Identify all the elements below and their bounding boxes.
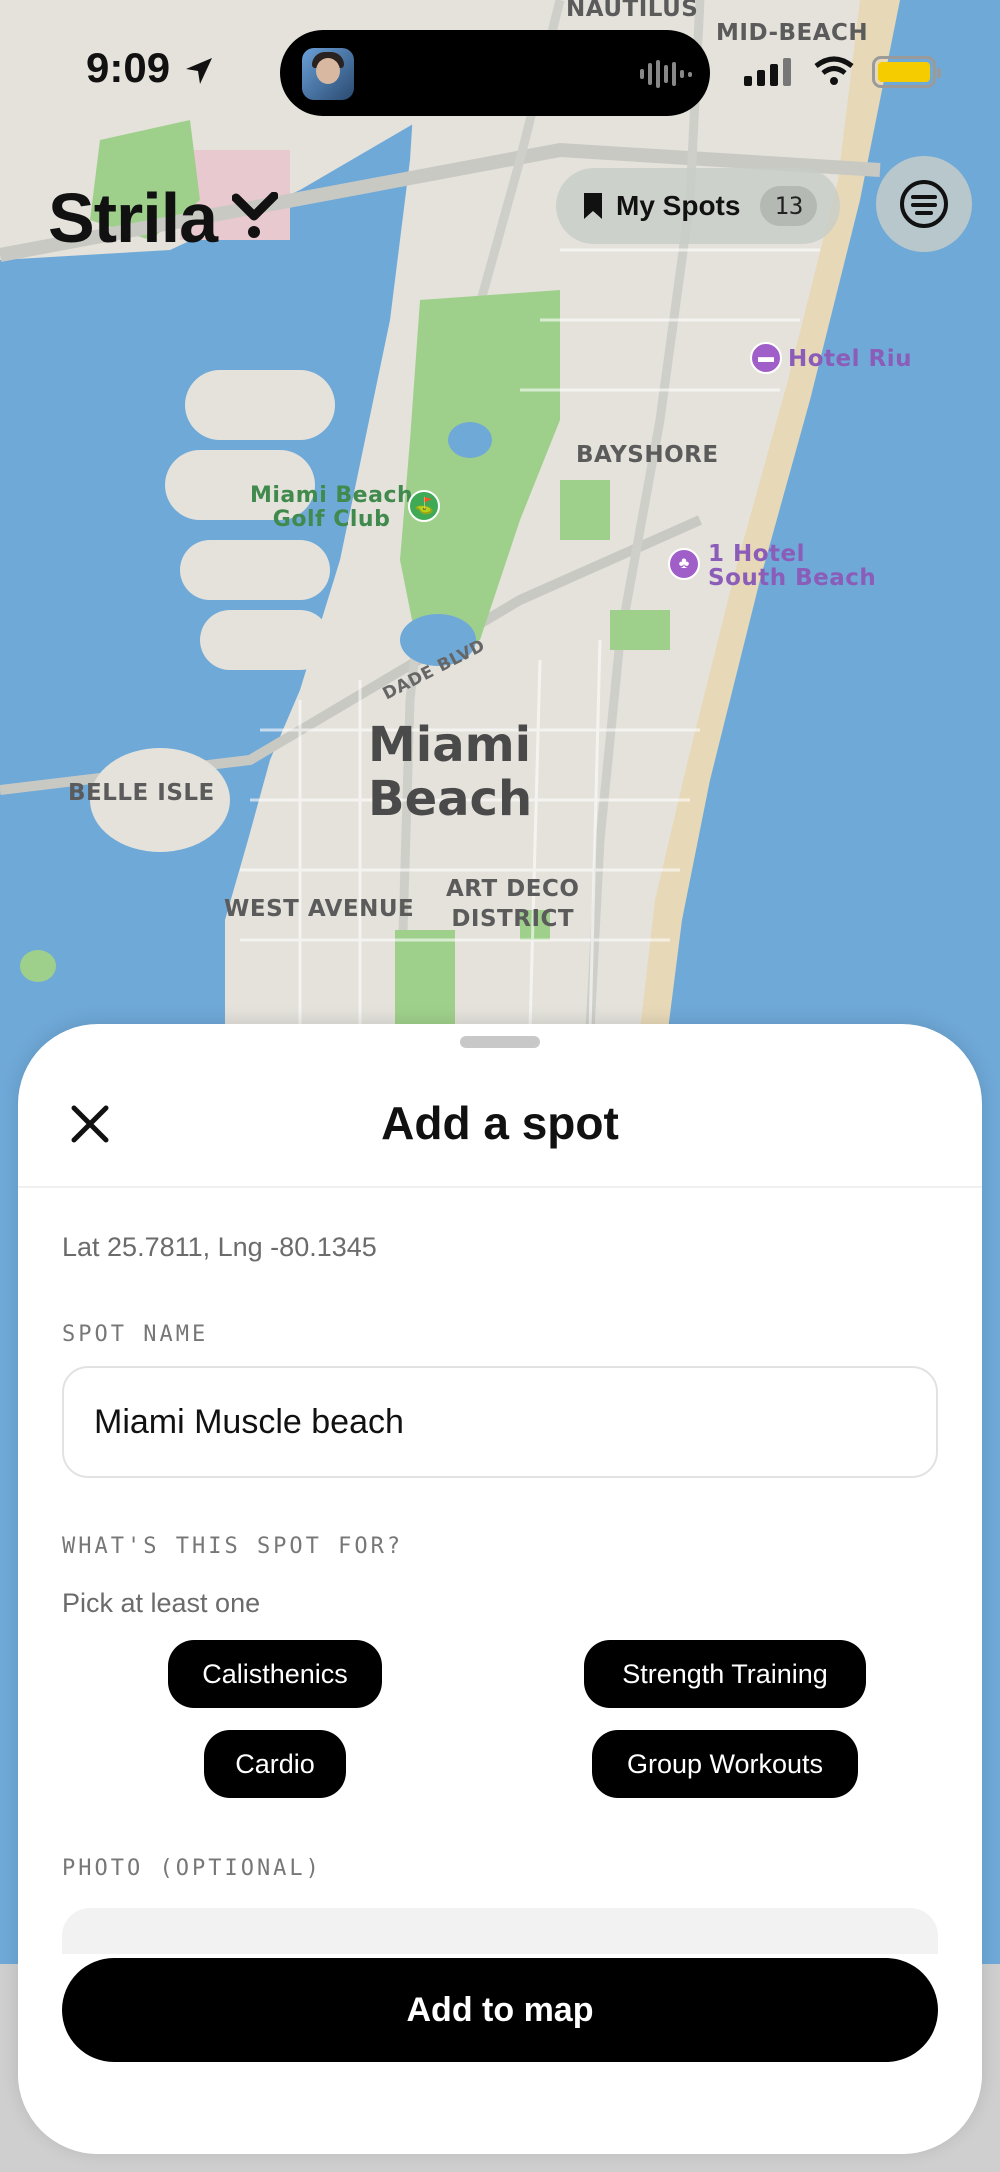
photo-label: PHOTO (OPTIONAL) xyxy=(62,1856,322,1881)
my-spots-count-badge: 13 xyxy=(760,186,818,226)
avatar xyxy=(302,48,354,100)
map-label-hotel-riu[interactable]: Hotel Riu xyxy=(788,347,912,371)
hotel-poi-icon[interactable]: ▬ xyxy=(750,342,782,374)
map-label-west-avenue: WEST AVENUE xyxy=(224,896,415,922)
wifi-icon xyxy=(814,56,854,85)
my-spots-label: My Spots xyxy=(616,190,741,221)
map-label-belle-isle: BELLE ISLE xyxy=(68,780,215,806)
coordinates-text: Lat 25.7811, Lng -80.1345 xyxy=(62,1232,377,1262)
bookmark-icon xyxy=(584,193,602,219)
map-label-miami-beach: Miami Beach xyxy=(368,717,533,827)
app-logo: Strila xyxy=(48,179,218,257)
sheet-title: Add a spot xyxy=(381,1097,619,1149)
status-time: 9:09 xyxy=(86,44,171,91)
add-to-map-button[interactable]: Add to map xyxy=(62,1958,938,2062)
battery-icon xyxy=(872,56,941,88)
chip-strength-training[interactable]: Strength Training xyxy=(584,1640,866,1708)
map-label-golf-club: Miami Beach Golf Club xyxy=(250,483,414,532)
spot-name-input[interactable] xyxy=(62,1366,938,1478)
chip-group-workouts[interactable]: Group Workouts xyxy=(592,1730,858,1798)
audio-wave-icon xyxy=(640,60,692,88)
map-label-1-hotel[interactable]: 1 Hotel South Beach xyxy=(708,542,876,590)
map-label-mid-beach: MID-BEACH xyxy=(716,20,869,46)
chip-calisthenics[interactable]: Calisthenics xyxy=(168,1640,382,1708)
divider xyxy=(18,1186,982,1188)
map-label-art-deco: ART DECO DISTRICT xyxy=(446,876,580,932)
my-spots-button[interactable]: My Spots 13 xyxy=(556,168,840,244)
dynamic-island[interactable] xyxy=(280,30,710,116)
purpose-label: WHAT'S THIS SPOT FOR? xyxy=(62,1534,404,1559)
cellular-signal-icon xyxy=(744,58,791,86)
map-label-bayshore: BAYSHORE xyxy=(576,442,719,468)
filter-menu-icon xyxy=(900,180,948,228)
golf-poi-icon[interactable]: ⛳ xyxy=(408,490,440,522)
add-spot-sheet: Add a spot Lat 25.7811, Lng -80.1345 SPO… xyxy=(18,1024,982,2154)
sheet-grabber[interactable] xyxy=(460,1036,540,1048)
purpose-hint: Pick at least one xyxy=(62,1588,261,1618)
menu-button[interactable] xyxy=(876,156,972,252)
palm-poi-icon[interactable]: ♣ xyxy=(668,548,700,580)
map-label-nautilus: NAUTILUS xyxy=(566,0,699,22)
spot-name-label: SPOT NAME xyxy=(62,1322,209,1347)
logo-mark-icon xyxy=(232,192,278,238)
chip-cardio[interactable]: Cardio xyxy=(204,1730,346,1798)
location-arrow-icon xyxy=(186,58,212,84)
